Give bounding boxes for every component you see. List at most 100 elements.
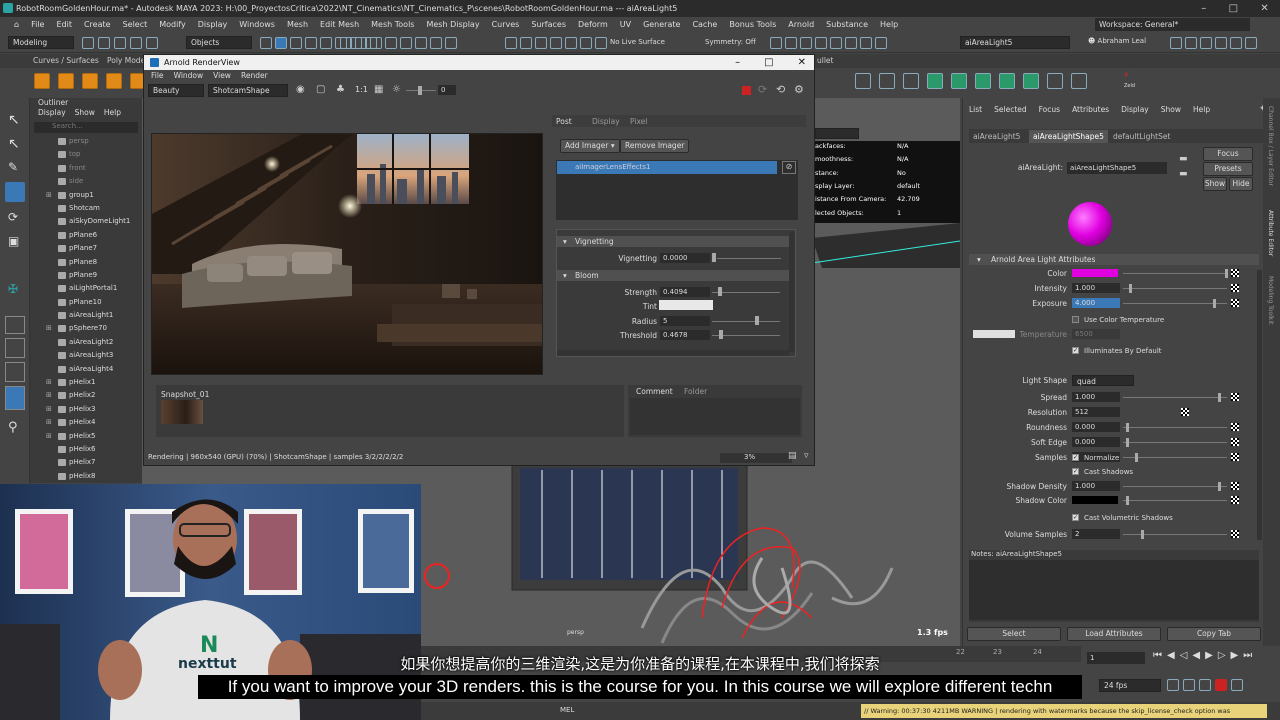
normalize-checkbox[interactable]: ✓	[1072, 454, 1079, 461]
render-view-icon[interactable]	[800, 37, 812, 49]
new-scene-icon[interactable]	[82, 37, 94, 49]
symmetry-label[interactable]: Symmetry: Off	[705, 38, 756, 46]
roundness-map-icon[interactable]	[1231, 423, 1239, 431]
cast-shadows-checkbox[interactable]: ✓	[1072, 468, 1079, 475]
aov-select[interactable]: Beauty	[148, 84, 204, 97]
redo-icon[interactable]	[146, 37, 158, 49]
expand-icon[interactable]: ▤	[788, 451, 797, 461]
select-hierarchy-icon[interactable]	[260, 37, 272, 49]
illuminates-by-default-checkbox[interactable]: ✓	[1072, 347, 1079, 354]
home-icon[interactable]: ⌂	[8, 20, 25, 29]
notes-input[interactable]	[969, 560, 1259, 620]
node-name-field[interactable]: aiAreaLight5	[960, 36, 1070, 49]
exposure-icon[interactable]: ☼	[392, 84, 401, 95]
move-tool-icon[interactable]	[5, 182, 25, 202]
renderview-menu-item[interactable]: File	[151, 70, 164, 82]
outliner-item[interactable]: pHelix8	[30, 470, 142, 483]
outliner-item[interactable]: pHelix7	[30, 456, 142, 469]
outliner-item[interactable]: side	[30, 175, 142, 188]
attr-scrollbar[interactable]	[1257, 270, 1262, 540]
bloom-section[interactable]: ▾ Bloom	[557, 270, 789, 281]
threshold-slider-knob[interactable]	[719, 330, 723, 339]
outliner-menu-item[interactable]: Show	[75, 108, 95, 120]
mode-select[interactable]: Modeling	[8, 36, 74, 49]
tab-comment[interactable]: Comment	[636, 387, 673, 396]
poly-cylinder-icon[interactable]	[82, 73, 98, 89]
menu-item[interactable]: Curves	[486, 20, 526, 29]
soft-edge-map-icon[interactable]	[1231, 438, 1239, 446]
shelf-tab-poly[interactable]: Poly Mode	[107, 56, 145, 65]
color-swatch[interactable]	[1072, 269, 1118, 277]
outliner-item[interactable]: ⊞ pSphere70	[30, 322, 142, 335]
snap-curve-icon[interactable]	[320, 37, 332, 49]
resolution-map-icon[interactable]	[1181, 408, 1189, 416]
play-icon[interactable]	[860, 37, 872, 49]
expand-icon[interactable]: ⊞	[46, 430, 52, 443]
minimize-icon[interactable]: –	[1201, 3, 1206, 14]
exposure-field[interactable]: 4.000	[1072, 298, 1120, 308]
boolean-icon[interactable]	[1023, 73, 1039, 89]
snap-plane-icon[interactable]	[535, 37, 547, 49]
outliner-item[interactable]: ⊞ pHelix1	[30, 376, 142, 389]
menu-item[interactable]: Mesh Tools	[365, 20, 420, 29]
shadow-color-slider-knob[interactable]	[1126, 496, 1129, 505]
rotate-tool-icon[interactable]: ⟳	[8, 210, 18, 224]
exposure-field[interactable]: 0	[438, 85, 456, 95]
outliner-icon[interactable]	[1230, 37, 1242, 49]
outliner-item[interactable]: aiLightPortal1	[30, 282, 142, 295]
shadow-color-slider-track[interactable]	[1123, 500, 1227, 501]
spread-field[interactable]: 1.000	[1072, 392, 1120, 402]
shadow-density-slider-track[interactable]	[1123, 486, 1227, 487]
add-imager-button[interactable]: Add Imager ▾	[560, 139, 620, 153]
anim-layer-icon[interactable]	[1183, 679, 1195, 691]
temperature-field[interactable]: 6500	[1072, 329, 1120, 339]
camera-icon[interactable]	[785, 37, 797, 49]
last-tool-icon[interactable]: ✠	[8, 282, 18, 296]
undo-icon[interactable]	[130, 37, 142, 49]
spread-slider-knob[interactable]	[1218, 393, 1221, 402]
strength-slider-knob[interactable]	[718, 287, 722, 296]
poly-sphere-icon[interactable]	[34, 73, 50, 89]
close-icon[interactable]: ✕	[1260, 3, 1268, 14]
imager-item[interactable]: aiImagerLensEffects1	[557, 161, 777, 174]
menu-item[interactable]: File	[25, 20, 50, 29]
attribute-editor-icon[interactable]	[1185, 37, 1197, 49]
snap-face-icon[interactable]	[580, 37, 592, 49]
color-slider-track[interactable]	[1123, 273, 1227, 274]
channels-icon[interactable]: ♣	[336, 84, 345, 95]
paint-select-icon[interactable]: ✎	[8, 160, 18, 174]
show-manipulator-icon[interactable]	[770, 37, 782, 49]
scale-tool-icon[interactable]: ▣	[8, 234, 19, 248]
strength-slider-track[interactable]	[712, 292, 780, 293]
exposure-map-icon[interactable]	[1231, 299, 1239, 307]
outliner-search-input[interactable]: Search...	[34, 122, 138, 133]
curve-snap-icon[interactable]	[520, 37, 532, 49]
strength-field[interactable]: 0.4094	[660, 287, 710, 297]
color-slider-knob[interactable]	[1225, 269, 1228, 278]
maximize-icon[interactable]: □	[764, 55, 773, 70]
expand-icon[interactable]: ⊞	[46, 403, 52, 416]
expand-icon[interactable]: ⊞	[46, 389, 52, 402]
ratio-label[interactable]: 1:1	[355, 85, 368, 94]
user-account[interactable]: ☻ Abraham Leal	[1088, 37, 1146, 45]
outliner-menu-item[interactable]: Help	[104, 108, 121, 120]
save-scene-icon[interactable]	[114, 37, 126, 49]
expand-icon[interactable]: ⊞	[46, 189, 52, 202]
render-frame-icon[interactable]	[355, 37, 367, 49]
menu-item[interactable]: Select	[117, 20, 154, 29]
resolution-field[interactable]: 512	[1072, 407, 1120, 417]
outliner-item[interactable]: ⊞ pHelix3	[30, 403, 142, 416]
workspace-select[interactable]: Workspace: General*	[1095, 18, 1250, 31]
vignetting-field[interactable]: 0.0000	[660, 253, 710, 263]
volume-samples-slider-track[interactable]	[1123, 534, 1227, 535]
renderview-menu-item[interactable]: Render	[241, 70, 268, 82]
spread-map-icon[interactable]	[1231, 393, 1239, 401]
menu-item[interactable]: Mesh	[281, 20, 314, 29]
samples-slider-track[interactable]	[1123, 457, 1227, 458]
remove-imager-button[interactable]: Remove Imager	[620, 139, 690, 153]
outliner-item[interactable]: pPlane7	[30, 242, 142, 255]
tint-swatch[interactable]	[659, 300, 713, 310]
radius-field[interactable]: 5	[660, 316, 710, 326]
snap-grid-icon[interactable]	[305, 37, 317, 49]
outliner-item[interactable]: top	[30, 148, 142, 161]
